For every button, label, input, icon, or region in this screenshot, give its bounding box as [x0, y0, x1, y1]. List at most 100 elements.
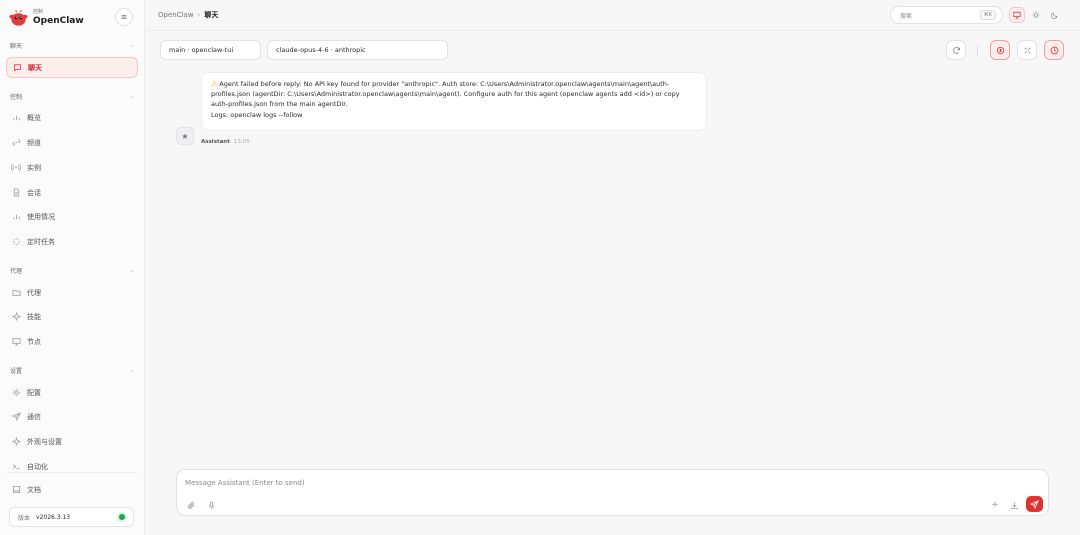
moon-icon: [1051, 12, 1058, 19]
section-agents[interactable]: 代理 ⌄: [10, 266, 134, 275]
section-settings-title: 设置: [10, 368, 23, 375]
microphone-icon: [208, 501, 214, 509]
broadcast-icon: [11, 163, 21, 173]
sidebar-item-label: 外观与设置: [27, 437, 62, 446]
sidebar-item-chat[interactable]: 聊天: [6, 57, 138, 78]
clock-icon: [1050, 46, 1058, 54]
sidebar-item-label: 频道: [27, 138, 41, 147]
section-chat[interactable]: 聊天 ⌄: [10, 41, 134, 50]
assistant-message: ⚠ Agent failed before reply: No API key f…: [201, 72, 707, 131]
send-button[interactable]: [1026, 496, 1043, 512]
monitor-icon: [11, 337, 21, 347]
sidebar-item-skills[interactable]: 技能: [6, 306, 138, 327]
send-icon: [1030, 499, 1039, 509]
breadcrumb: OpenClaw › 聊天: [158, 10, 218, 20]
section-settings[interactable]: 设置 ⌄: [10, 366, 134, 375]
sidebar-item-label: 会话: [27, 188, 41, 197]
sidebar-item-channels[interactable]: 频道: [6, 132, 138, 153]
refresh-button[interactable]: [946, 40, 966, 60]
sparkle-icon: [11, 437, 21, 447]
message-text: Agent failed before reply: No API key fo…: [211, 80, 680, 109]
sidebar-toggle-button[interactable]: [115, 8, 133, 26]
sidebar-item-label: 通信: [27, 412, 41, 421]
folder-icon: [11, 288, 21, 298]
download-icon: [1010, 501, 1018, 509]
history-button[interactable]: [1044, 40, 1064, 60]
theme-light-button[interactable]: [1028, 7, 1044, 23]
section-control-title: 控制: [10, 94, 23, 101]
loader-icon: [11, 237, 21, 247]
sidebar-item-appearance[interactable]: 外观与设置: [6, 431, 138, 452]
theme-dark-button[interactable]: [1047, 7, 1063, 23]
section-control[interactable]: 控制 ⌄: [10, 92, 134, 101]
warning-icon: ⚠: [211, 80, 218, 88]
model-select-value: claude-opus-4-6 · anthropic: [276, 46, 366, 54]
sidebar-item-sessions[interactable]: 会话: [6, 182, 138, 203]
model-select[interactable]: claude-opus-4-6 · anthropic: [267, 40, 448, 60]
sidebar-item-instances[interactable]: 实例: [6, 157, 138, 178]
monitor-icon: [1013, 11, 1021, 19]
sidebar-item-cron[interactable]: 定时任务: [6, 231, 138, 252]
sidebar-item-overview[interactable]: 概览: [6, 107, 138, 128]
sidebar-item-label: 节点: [27, 337, 41, 346]
message-composer: +: [176, 469, 1049, 516]
sparkle-icon: [11, 312, 21, 322]
plus-icon: +: [991, 500, 999, 510]
sidebar-item-agents[interactable]: 代理: [6, 282, 138, 303]
star-icon: ★: [181, 131, 189, 141]
sidebar-item-label: 自动化: [27, 462, 48, 471]
sidebar-item-label: 定时任务: [27, 237, 55, 246]
message-time: 13:05: [233, 139, 250, 145]
sidebar-item-label: 文档: [27, 485, 41, 494]
message-logs-line: Logs: openclaw logs --follow: [211, 110, 303, 119]
section-chat-title: 聊天: [10, 43, 23, 50]
brand-text: 控制 OpenClaw: [33, 9, 84, 27]
sidebar-item-label: 聊天: [28, 63, 42, 72]
focus-icon: [996, 46, 1004, 54]
gear-icon: [11, 388, 21, 398]
book-icon: [11, 485, 21, 495]
version-value: v2026.3.13: [36, 513, 71, 521]
openclaw-logo: [9, 9, 28, 26]
breadcrumb-current: 聊天: [204, 11, 219, 19]
sidebar-item-label: 概览: [27, 113, 41, 122]
sidebar-item-config[interactable]: 配置: [6, 382, 138, 403]
version-indicator: 版本 v2026.3.13: [9, 507, 134, 527]
version-label: 版本: [18, 514, 31, 522]
breadcrumb-separator: ›: [197, 11, 201, 19]
top-bar: OpenClaw › 聊天 搜索 ⌘K: [145, 0, 1080, 31]
section-agents-title: 代理: [10, 268, 23, 275]
message-input[interactable]: [185, 477, 885, 489]
assistant-avatar: ★: [176, 127, 194, 145]
sidebar-item-usage[interactable]: 使用情况: [6, 206, 138, 227]
bar-chart-icon: [11, 113, 21, 123]
search-input[interactable]: 搜索 ⌘K: [890, 6, 1003, 24]
message-sender: Assistant: [201, 139, 230, 145]
expand-icon: [1024, 47, 1030, 53]
add-button[interactable]: +: [989, 499, 1001, 511]
sidebar-item-comms[interactable]: 通信: [6, 406, 138, 427]
brand[interactable]: 控制 OpenClaw: [9, 7, 84, 29]
attach-button[interactable]: [185, 499, 197, 511]
sidebar-item-docs[interactable]: 文档: [6, 479, 138, 500]
chevron-down-icon: ⌄: [128, 42, 134, 49]
paperclip-icon: [187, 501, 194, 509]
sun-icon: [1032, 11, 1040, 19]
chevron-down-icon: ⌄: [128, 367, 134, 374]
sidebar-item-automation[interactable]: 自动化: [6, 456, 138, 477]
theme-system-button[interactable]: [1009, 7, 1025, 23]
session-select[interactable]: main · openclaw-tui: [160, 40, 261, 60]
sidebar-item-nodes[interactable]: 节点: [6, 331, 138, 352]
focus-mode-button[interactable]: [990, 40, 1010, 60]
breadcrumb-root[interactable]: OpenClaw: [158, 11, 194, 19]
link-icon: [11, 138, 21, 148]
expand-button[interactable]: [1017, 40, 1037, 60]
sidebar-item-label: 实例: [27, 163, 41, 172]
bar-chart-icon: [11, 212, 21, 222]
voice-button[interactable]: [205, 499, 217, 511]
toolbar-divider: [977, 45, 978, 56]
brand-subtitle: 控制: [33, 9, 44, 15]
message-meta: Assistant 13:05: [201, 139, 250, 145]
chat-bubble-icon: [12, 63, 22, 73]
download-button[interactable]: [1008, 499, 1020, 511]
